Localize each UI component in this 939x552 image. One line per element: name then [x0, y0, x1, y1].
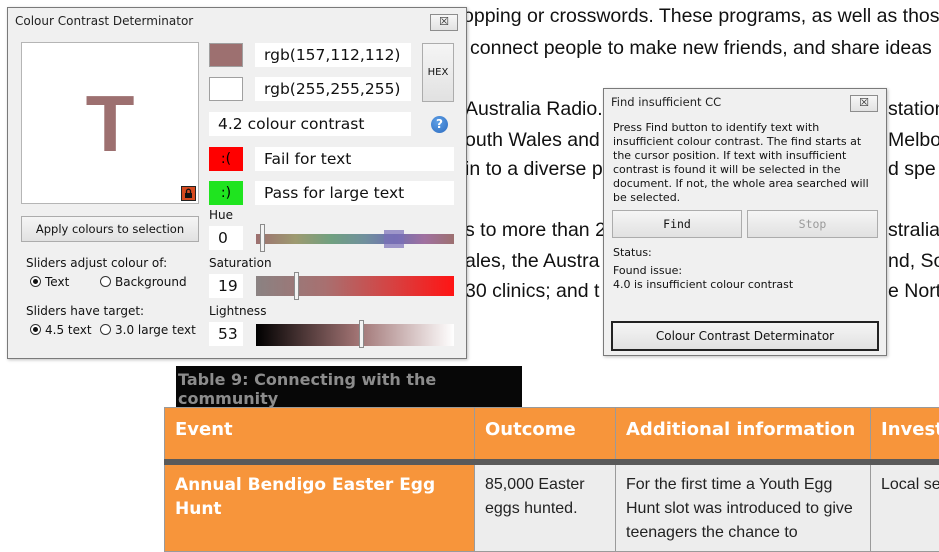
table-header-row: Event Outcome Additional information Inv…: [165, 408, 939, 462]
lightness-slider[interactable]: [254, 320, 456, 348]
info-icon[interactable]: ?: [431, 116, 448, 133]
target-30-radio[interactable]: 3.0 large text: [100, 323, 196, 337]
saturation-value-field[interactable]: 19: [209, 274, 243, 298]
foreground-swatch[interactable]: [209, 43, 243, 67]
instruction-line: be selected.: [613, 191, 680, 205]
pass-indicator: :): [209, 181, 243, 205]
radio-unchecked-icon: [100, 324, 111, 335]
hue-slider-thumb[interactable]: [260, 224, 265, 252]
found-issue-detail: 4.0 is insufficient colour contrast: [613, 278, 793, 292]
lightness-slider-thumb[interactable]: [359, 320, 364, 348]
close-icon: ☒: [859, 96, 869, 109]
table-header-cell: Outcome: [475, 408, 616, 462]
target-30-label: 3.0 large text: [115, 323, 196, 337]
document-line: opping or crosswords. These programs, as…: [463, 5, 939, 28]
radio-unchecked-icon: [100, 276, 111, 287]
instruction-line: the cursor position. If text with insuff…: [613, 149, 846, 163]
instruction-line: document. If not, the whole area searche…: [613, 177, 869, 191]
close-button[interactable]: ☒: [850, 95, 878, 112]
document-line: s to more than 2: [465, 219, 606, 242]
saturation-slider[interactable]: [254, 272, 456, 300]
lock-icon[interactable]: [181, 186, 196, 201]
hue-label: Hue: [209, 208, 233, 222]
hue-value-field[interactable]: 0: [209, 226, 243, 250]
target-45-label: 4.5 text: [45, 323, 92, 337]
document-line: Australia Radio.: [465, 98, 603, 121]
foreground-rgb-field[interactable]: rgb(157,112,112): [255, 43, 411, 67]
status-label: Status:: [613, 246, 652, 260]
find-button[interactable]: Find: [612, 210, 742, 238]
document-line-fragment: station: [888, 98, 939, 121]
preview-box: T: [21, 42, 199, 204]
table-header-cell: Additional information: [616, 408, 871, 462]
instruction-line: Press Find button to identify text with: [613, 121, 819, 135]
preview-letter: T: [22, 79, 198, 169]
radio-checked-icon: [30, 276, 41, 287]
open-ccd-button[interactable]: Colour Contrast Determinator: [611, 321, 879, 351]
document-line-fragment: d spe: [888, 158, 936, 181]
document-line-fragment: e Nort: [888, 280, 939, 303]
table-cell: 85,000 Easter eggs hunted.: [475, 462, 616, 552]
adjust-text-radio[interactable]: Text: [30, 275, 69, 289]
instruction-line: contrast is found it will be selected in…: [613, 163, 840, 177]
contrast-ratio-field: 4.2 colour contrast: [209, 112, 411, 136]
community-table: Event Outcome Additional information Inv…: [164, 407, 939, 552]
adjust-label: Sliders adjust colour of:: [26, 256, 167, 270]
table-caption: Table 9: Connecting with the community: [176, 366, 522, 408]
saturation-label: Saturation: [209, 256, 272, 270]
adjust-background-radio[interactable]: Background: [100, 275, 187, 289]
close-button[interactable]: ☒: [430, 14, 458, 31]
document-line: ales, the Austra: [465, 250, 599, 273]
document-line-fragment: stralia: [888, 219, 939, 242]
table-cell: For the first time a Youth Egg Hunt slot…: [616, 462, 871, 552]
fail-indicator: :(: [209, 147, 243, 171]
saturation-slider-thumb[interactable]: [294, 272, 299, 300]
apply-colours-button[interactable]: Apply colours to selection: [21, 216, 199, 242]
document-line: outh Wales and: [465, 129, 600, 152]
document-line: connect people to make new friends, and …: [470, 37, 932, 60]
target-45-radio[interactable]: 4.5 text: [30, 323, 92, 337]
close-icon: ☒: [439, 15, 449, 28]
lightness-label: Lightness: [209, 304, 266, 318]
found-issue-label: Found issue:: [613, 264, 682, 278]
radio-checked-icon: [30, 324, 41, 335]
fail-text-field: Fail for text: [255, 147, 454, 171]
background-rgb-field[interactable]: rgb(255,255,255): [255, 77, 411, 101]
pass-text-field: Pass for large text: [255, 181, 454, 205]
instruction-line: insufficient colour contrast. The find s…: [613, 135, 861, 149]
table-cell: Local se: [871, 462, 939, 552]
target-label: Sliders have target:: [26, 304, 144, 318]
saturation-slider-track: [254, 272, 456, 300]
hue-slider-track: [254, 224, 456, 252]
find-dialog: Find insufficient CC ☒ Press Find button…: [603, 88, 887, 356]
lightness-slider-track: [254, 320, 456, 348]
background-swatch[interactable]: [209, 77, 243, 101]
document-line: in to a diverse p: [465, 158, 603, 181]
table-row: Annual Bendigo Easter Egg Hunt 85,000 Ea…: [165, 462, 939, 552]
document-line-fragment: Melbo: [888, 129, 939, 152]
table-cell: Annual Bendigo Easter Egg Hunt: [165, 462, 475, 552]
hue-slider[interactable]: [254, 224, 456, 252]
document-line-fragment: nd, So: [888, 250, 939, 273]
ccd-dialog: Colour Contrast Determinator ☒ T rgb(157…: [7, 7, 467, 359]
stop-button[interactable]: Stop: [747, 210, 878, 238]
ccd-title: Colour Contrast Determinator: [15, 14, 193, 28]
table-header-cell: Event: [165, 408, 475, 462]
adjust-background-label: Background: [115, 275, 187, 289]
ccd-titlebar[interactable]: Colour Contrast Determinator ☒: [8, 8, 466, 36]
find-title: Find insufficient CC: [611, 95, 721, 109]
lightness-value-field[interactable]: 53: [209, 322, 243, 346]
adjust-text-label: Text: [45, 275, 69, 289]
find-titlebar[interactable]: Find insufficient CC ☒: [604, 89, 886, 117]
hex-button[interactable]: HEX: [422, 43, 454, 102]
table-header-cell: Investr: [871, 408, 939, 462]
document-line: 30 clinics; and t: [465, 280, 599, 303]
